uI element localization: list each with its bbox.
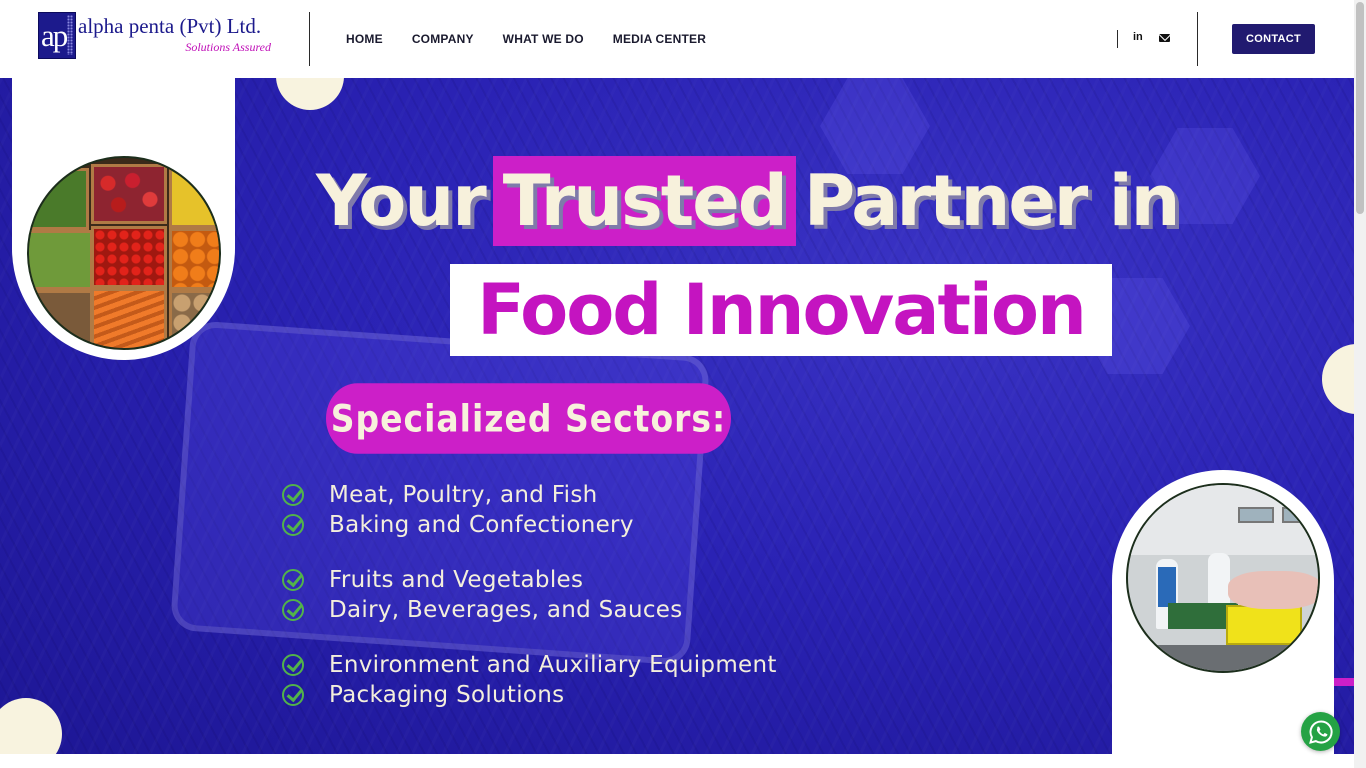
sector-label: Dairy, Beverages, and Sauces: [329, 597, 683, 623]
check-circle-icon: [282, 569, 304, 591]
header-divider-right: [1197, 12, 1198, 66]
nav-what-we-do[interactable]: WHAT WE DO: [503, 32, 584, 46]
hero-banner: Your Trusted Partner in Food Innovation …: [0, 78, 1354, 754]
sector-item: Environment and Auxiliary Equipment: [282, 652, 777, 678]
sector-item: Baking and Confectionery: [282, 512, 634, 538]
social-divider: [1117, 30, 1118, 48]
sector-label: Environment and Auxiliary Equipment: [329, 652, 777, 678]
worker-apron: [1158, 567, 1176, 607]
check-circle-icon: [282, 654, 304, 676]
yellow-crate: [1226, 605, 1302, 645]
sector-label: Packaging Solutions: [329, 682, 565, 708]
contact-button[interactable]: CONTACT: [1232, 24, 1315, 54]
logo-mark-box: ap: [38, 12, 76, 59]
sector-label: Fruits and Vegetables: [329, 567, 584, 593]
crate-apples: [91, 164, 167, 224]
hero-title-part2: Partner in: [803, 160, 1181, 242]
hero-title-part1: Your: [316, 160, 487, 242]
factory-photo: [1126, 483, 1320, 673]
decorative-magenta-bar: [1334, 678, 1354, 686]
nav-media-center[interactable]: MEDIA CENTER: [613, 32, 706, 46]
whatsapp-button[interactable]: [1301, 712, 1340, 751]
crate-oranges: [169, 228, 219, 290]
crate-tomatoes: [91, 226, 167, 288]
poultry-pile: [1228, 571, 1318, 609]
crate-potatoes: [29, 290, 93, 348]
crate-onions: [169, 290, 219, 348]
nav-home[interactable]: HOME: [346, 32, 383, 46]
sectors-heading: Specialized Sectors:: [326, 383, 731, 454]
check-circle-icon: [282, 684, 304, 706]
factory-window: [1238, 507, 1274, 523]
check-circle-icon: [282, 484, 304, 506]
scrollbar-thumb[interactable]: [1356, 2, 1364, 214]
hero-title-highlight: Trusted: [492, 156, 796, 246]
nav-company[interactable]: COMPANY: [412, 32, 474, 46]
sector-item: Packaging Solutions: [282, 682, 564, 708]
sector-label: Meat, Poultry, and Fish: [329, 482, 598, 508]
sector-label: Baking and Confectionery: [329, 512, 634, 538]
header-divider-left: [309, 12, 310, 66]
hero-title-line2: Food Innovation: [450, 264, 1112, 356]
sector-item: Fruits and Vegetables: [282, 567, 583, 593]
linkedin-icon[interactable]: in: [1133, 31, 1143, 43]
crate-carrots: [91, 288, 167, 348]
produce-photo: [27, 156, 221, 350]
factory-window: [1282, 507, 1318, 523]
crate-yellow-fruit: [169, 166, 219, 228]
sector-item: Meat, Poultry, and Fish: [282, 482, 598, 508]
main-nav: HOME COMPANY WHAT WE DO MEDIA CENTER: [346, 0, 706, 78]
crate-herbs: [29, 230, 93, 290]
sector-item: Dairy, Beverages, and Sauces: [282, 597, 683, 623]
hero-title-line1: Your Trusted Partner in: [316, 156, 1181, 246]
page-scrollbar[interactable]: [1354, 0, 1366, 768]
factory-floor: [1128, 645, 1318, 671]
whatsapp-icon: [1308, 719, 1333, 744]
crate-greens: [29, 168, 89, 230]
site-header: ap alpha penta (Pvt) Ltd. Solutions Assu…: [0, 0, 1354, 78]
mail-icon[interactable]: [1159, 34, 1170, 42]
check-circle-icon: [282, 514, 304, 536]
company-logo[interactable]: ap alpha penta (Pvt) Ltd. Solutions Assu…: [38, 12, 274, 60]
check-circle-icon: [282, 599, 304, 621]
logo-company-name: alpha penta (Pvt) Ltd.: [78, 14, 262, 38]
page-bottom-strip: [0, 754, 1354, 768]
logo-tagline: Solutions Assured: [185, 40, 271, 54]
logo-mark: ap: [41, 18, 68, 53]
